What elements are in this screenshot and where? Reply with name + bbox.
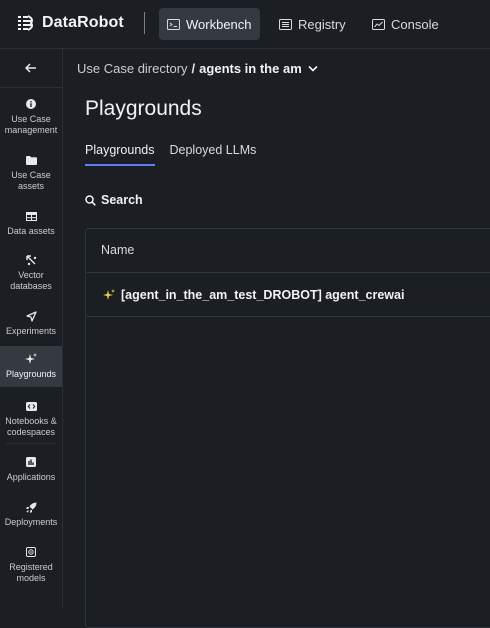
nav-workbench[interactable]: Workbench	[159, 8, 260, 40]
search-button[interactable]: Search	[85, 193, 143, 207]
sidebar-item-label: Registered models	[9, 562, 53, 583]
experiment-icon	[25, 310, 37, 322]
app-icon	[26, 457, 36, 467]
breadcrumb-current-use-case[interactable]: agents in the am	[199, 61, 302, 76]
nav-registry[interactable]: Registry	[271, 8, 354, 40]
column-header-name[interactable]: Name	[101, 243, 134, 257]
sidebar-item-notebooks[interactable]: Notebooks & codespaces	[0, 393, 62, 439]
rocket-icon	[25, 502, 36, 513]
tab-deployed-llms[interactable]: Deployed LLMs	[170, 142, 257, 166]
sidebar-item-use-case-management[interactable]: Use Case management	[0, 91, 62, 137]
table-row[interactable]: [agent_in_the_am_test_DROBOT] agent_crew…	[86, 273, 490, 317]
sidebar-item-data-assets[interactable]: Data assets	[0, 203, 62, 239]
playground-name[interactable]: [agent_in_the_am_test_DROBOT] agent_crew…	[121, 288, 404, 302]
main-content: Use Case directory / agents in the am Pl…	[63, 49, 490, 628]
sidebar-item-label: Vector databases	[10, 270, 52, 291]
back-button[interactable]	[0, 49, 62, 88]
top-divider	[144, 12, 145, 34]
models-icon	[26, 547, 36, 557]
sidebar-item-playgrounds[interactable]: Playgrounds	[0, 346, 62, 387]
sidebar-item-label: Use Case assets	[11, 170, 51, 191]
sidebar-item-vector-databases[interactable]: Vector databases	[0, 247, 62, 293]
sidebar-item-label: Deployments	[4, 517, 58, 527]
table-header: Name	[86, 229, 490, 273]
workbench-icon	[167, 18, 180, 30]
sidebar-item-label: Applications	[6, 472, 56, 482]
logo-text: DataRobot	[42, 14, 124, 31]
datarobot-logo-icon	[18, 15, 33, 31]
info-icon	[26, 99, 36, 109]
folder-icon	[25, 155, 37, 165]
nav-console[interactable]: Console	[364, 8, 447, 40]
table-icon	[25, 211, 37, 221]
sidebar-item-use-case-assets[interactable]: Use Case assets	[0, 147, 62, 193]
breadcrumb: Use Case directory / agents in the am	[77, 61, 318, 76]
sidebar-item-registered-models[interactable]: Registered models	[0, 539, 62, 585]
registry-icon	[279, 18, 292, 30]
vector-icon	[25, 254, 36, 265]
sidebar-item-applications[interactable]: Applications	[0, 449, 62, 485]
sidebar-divider	[6, 443, 56, 444]
code-icon	[25, 401, 37, 411]
breadcrumb-use-case-directory[interactable]: Use Case directory	[77, 61, 188, 76]
chevron-down-icon[interactable]	[308, 65, 318, 72]
tabs: Playgrounds Deployed LLMs	[85, 142, 256, 166]
sidebar: Use Case management Use Case assets Data…	[0, 49, 63, 608]
nav-workbench-label: Workbench	[186, 16, 252, 32]
search-icon	[85, 194, 96, 206]
sidebar-item-label: Notebooks & codespaces	[5, 416, 57, 437]
sidebar-item-label: Playgrounds	[5, 369, 57, 379]
page-title: Playgrounds	[85, 97, 202, 120]
sidebar-item-label: Experiments	[5, 326, 57, 336]
datarobot-logo[interactable]: DataRobot	[18, 14, 124, 32]
tab-playgrounds[interactable]: Playgrounds	[85, 142, 155, 166]
sidebar-item-experiments[interactable]: Experiments	[0, 303, 62, 339]
search-label: Search	[101, 193, 143, 207]
sidebar-item-deployments[interactable]: Deployments	[0, 494, 62, 530]
nav-registry-label: Registry	[298, 16, 346, 32]
sidebar-item-label: Use Case management	[4, 114, 58, 135]
sidebar-item-label: Data assets	[7, 226, 55, 236]
console-icon	[372, 18, 385, 30]
top-bar: DataRobot Workbench Registry Console	[0, 0, 490, 49]
sparkles-icon	[103, 288, 115, 300]
nav-console-label: Console	[391, 16, 439, 32]
breadcrumb-separator: /	[191, 61, 196, 76]
arrow-left-icon	[25, 63, 36, 73]
sparkles-icon	[25, 353, 37, 364]
playgrounds-table: Name [agent_in_the_am_test_DROBOT] agent…	[85, 228, 490, 628]
